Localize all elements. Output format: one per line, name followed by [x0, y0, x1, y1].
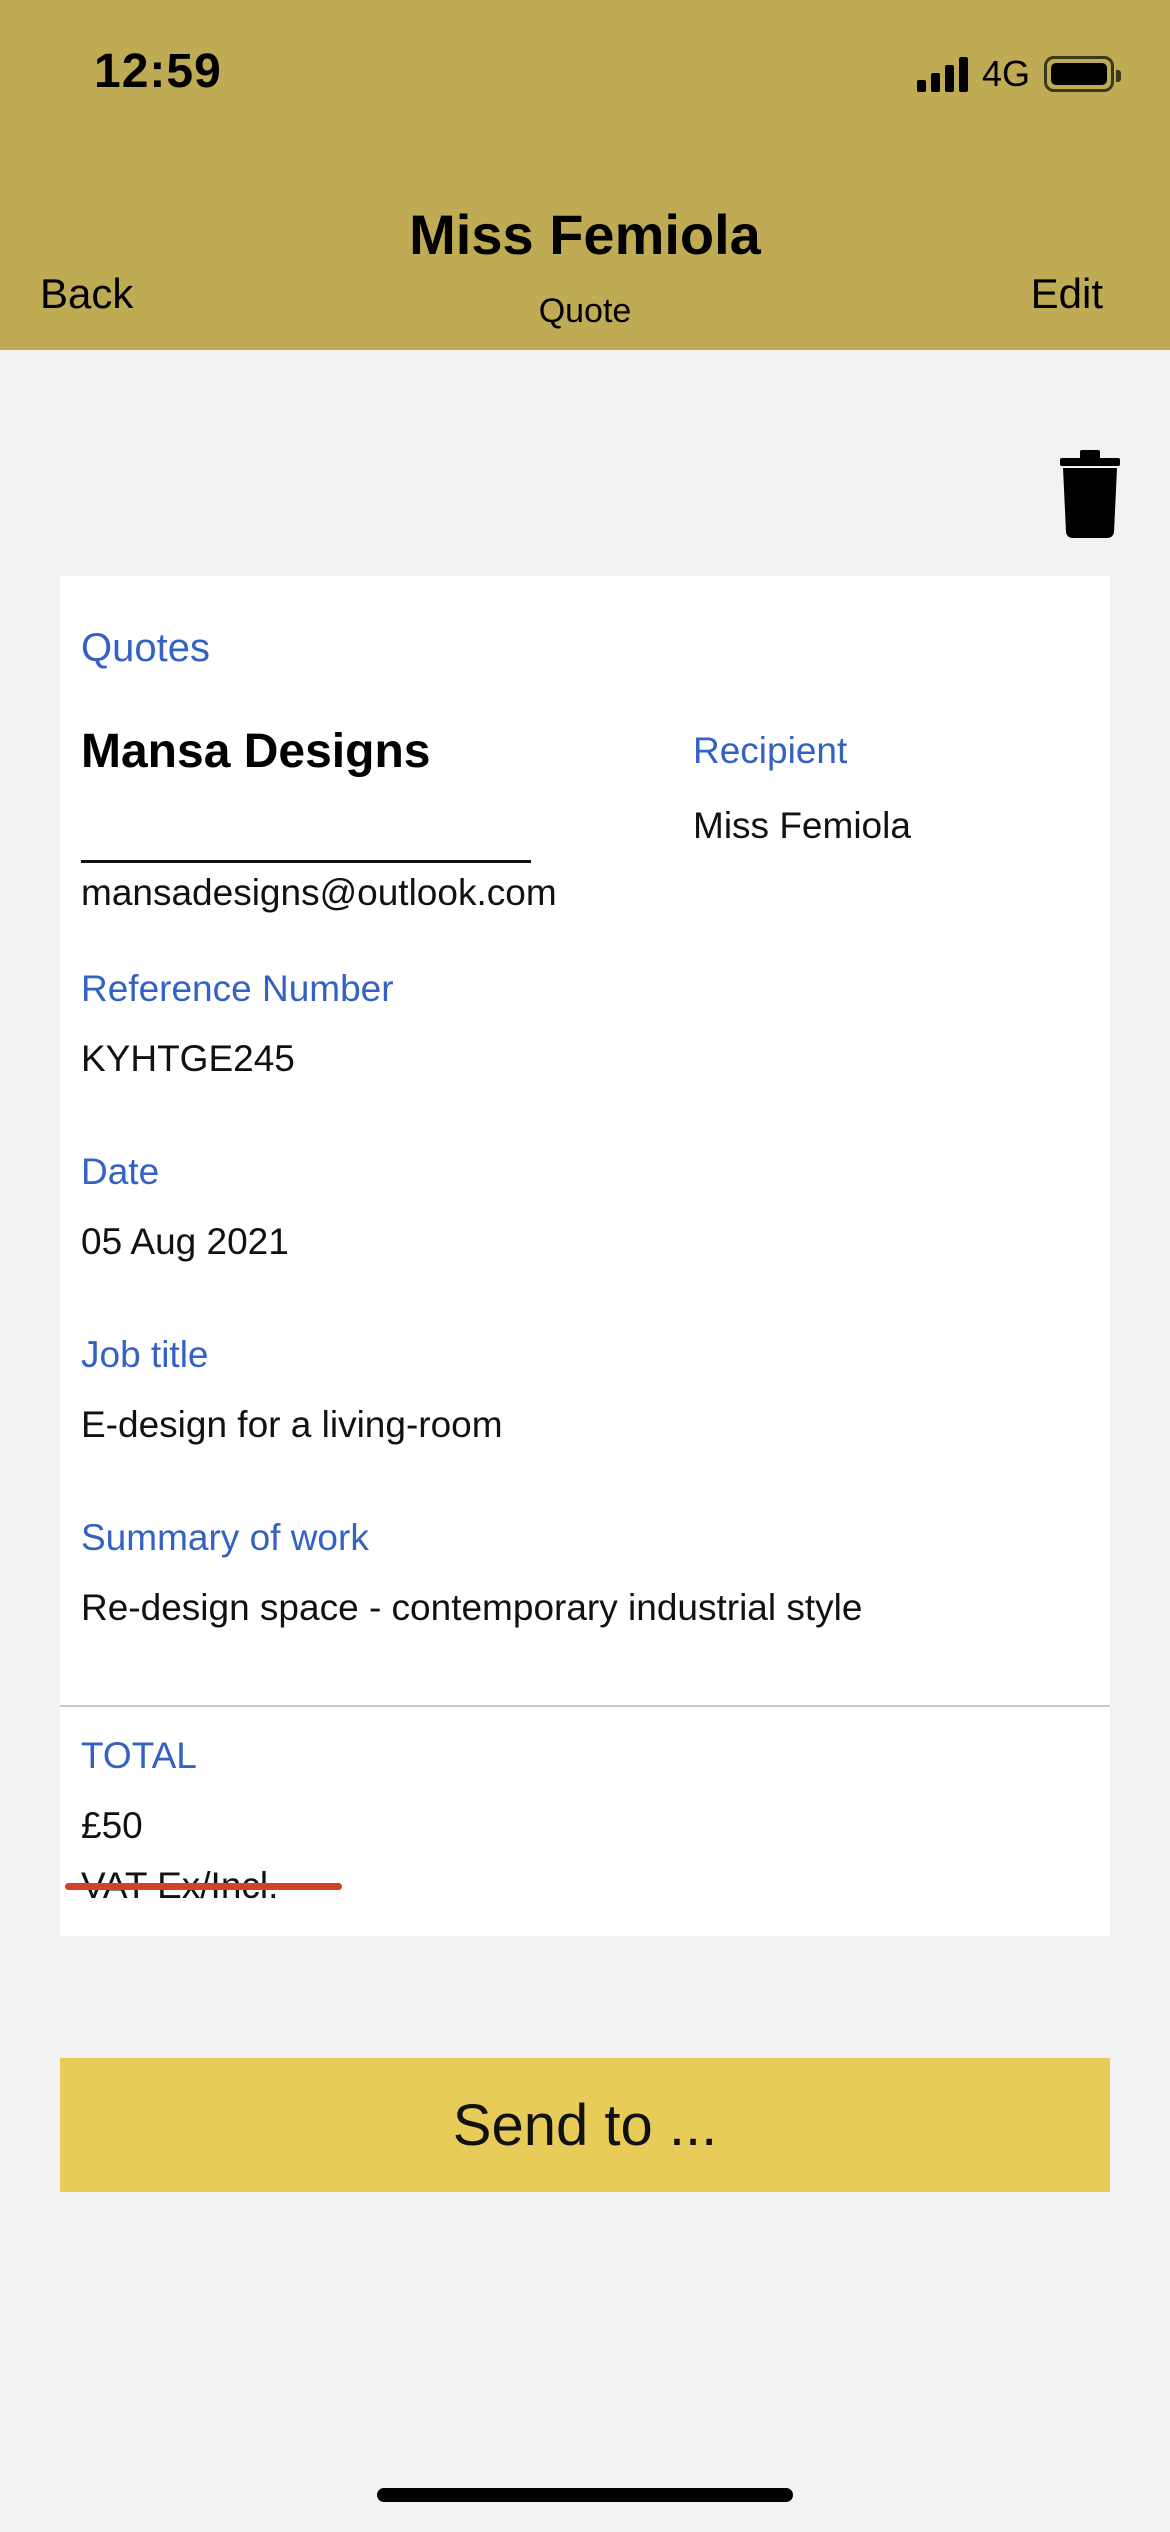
- date-value: 05 Aug 2021: [81, 1221, 289, 1262]
- status-indicators: 4G: [916, 52, 1121, 96]
- battery-fill: [1051, 63, 1107, 85]
- home-indicator[interactable]: [377, 2488, 793, 2502]
- summary-value: Re-design space - contemporary industria…: [81, 1587, 863, 1628]
- page-title: Miss Femiola: [409, 203, 761, 266]
- reference-label: Reference Number: [81, 968, 394, 1009]
- total-label: TOTAL: [81, 1735, 197, 1776]
- recipient-value: Miss Femiola: [693, 805, 911, 846]
- quote-card: Quotes Mansa Designs mansadesigns@outloo…: [60, 576, 1110, 1936]
- battery-icon: [1044, 56, 1121, 92]
- total-value: £50: [81, 1805, 143, 1846]
- summary-label: Summary of work: [81, 1517, 369, 1558]
- section-title: Quotes: [81, 626, 210, 670]
- status-time: 12:59: [94, 45, 222, 98]
- company-email: mansadesigns@outlook.com: [81, 872, 557, 913]
- divider: [60, 1705, 1110, 1707]
- date-label: Date: [81, 1151, 160, 1192]
- signal-icon: [916, 56, 968, 92]
- company-name: Mansa Designs: [81, 725, 431, 778]
- reference-value: KYHTGE245: [81, 1038, 295, 1079]
- job-title-value: E-design for a living-room: [81, 1404, 503, 1445]
- trash-icon[interactable]: [1058, 448, 1122, 538]
- back-button[interactable]: Back: [40, 270, 133, 318]
- recipient-label: Recipient: [693, 730, 848, 771]
- job-title-label: Job title: [81, 1334, 209, 1375]
- strikethrough-mark: [65, 1883, 342, 1890]
- network-type: 4G: [981, 53, 1030, 94]
- nav-header: 12:59 4G Miss Femiola Quote Back Edit: [0, 0, 1170, 350]
- signature-line: [81, 860, 531, 863]
- send-to-button[interactable]: Send to ...: [60, 2058, 1110, 2192]
- edit-button[interactable]: Edit: [1031, 270, 1103, 318]
- page-subtitle: Quote: [538, 292, 632, 330]
